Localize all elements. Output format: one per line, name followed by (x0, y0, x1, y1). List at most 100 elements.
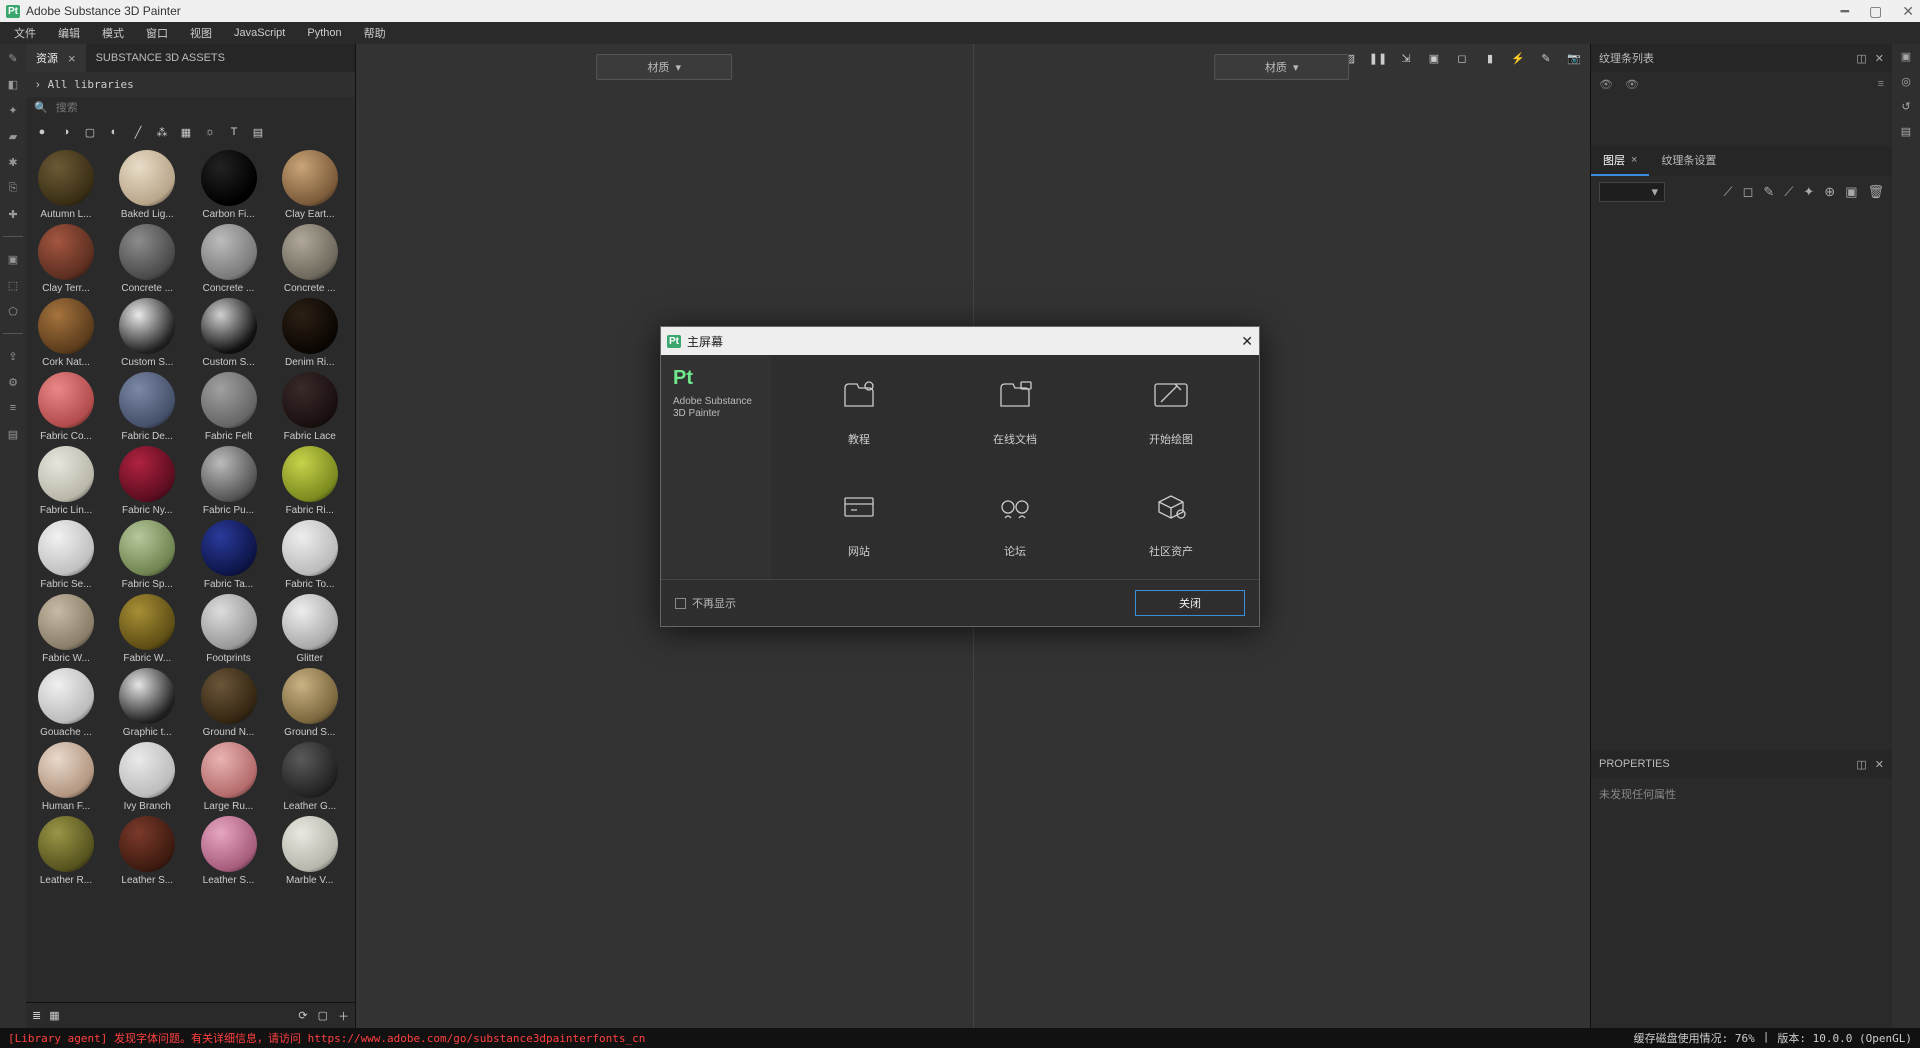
material-item[interactable]: Ivy Branch (111, 742, 183, 812)
export-icon[interactable]: ⇪ (5, 348, 21, 364)
tab-layers[interactable]: 图层× (1591, 146, 1649, 176)
grid-view-icon[interactable]: ▦ (49, 1009, 59, 1022)
filter-env-icon[interactable]: ☼ (202, 124, 218, 140)
material-item[interactable]: Autumn L... (30, 150, 102, 220)
material-item[interactable]: Gouache ... (30, 668, 102, 738)
brush-icon[interactable]: ✎ (5, 50, 21, 66)
close-icon[interactable]: ✕ (1875, 758, 1884, 771)
material-item[interactable]: Marble V... (274, 816, 346, 886)
clone-icon[interactable]: ⎘ (5, 180, 21, 196)
projection-icon[interactable]: ✦ (5, 102, 21, 118)
menu-python[interactable]: Python (297, 25, 351, 41)
dont-show-checkbox[interactable]: 不再显示 (675, 595, 736, 611)
material-item[interactable]: Concrete ... (111, 224, 183, 294)
list-view-icon[interactable]: ≣ (32, 1009, 41, 1022)
menu-window[interactable]: 窗口 (136, 23, 178, 43)
paint-layer-icon[interactable]: ⟋ (1784, 184, 1793, 200)
welcome-card[interactable]: 社区资产 (1103, 487, 1239, 559)
material-item[interactable]: Fabric Pu... (193, 446, 265, 516)
fill-icon[interactable]: ▰ (5, 128, 21, 144)
material-item[interactable]: Ground S... (274, 668, 346, 738)
reload-icon[interactable]: ⟳ (298, 1009, 307, 1022)
tab-texset-settings[interactable]: 纹理条设置 (1649, 146, 1728, 176)
filter-alpha-icon[interactable]: ◐ (106, 124, 122, 140)
material-icon[interactable]: ▣ (5, 251, 21, 267)
effect-icon[interactable]: ⟋ (1723, 184, 1732, 200)
material-item[interactable]: Graphic t... (111, 668, 183, 738)
filter-text-icon[interactable]: T (226, 124, 242, 140)
eraser-icon[interactable]: ◧ (5, 76, 21, 92)
close-icon[interactable]: ✕ (1875, 52, 1884, 65)
menu-file[interactable]: 文件 (4, 23, 46, 43)
material-item[interactable]: Fabric Lin... (30, 446, 102, 516)
welcome-card[interactable]: 网站 (791, 487, 927, 559)
maximize-button[interactable]: ▢ (1869, 3, 1882, 20)
screen-icon[interactable]: ▣ (1901, 50, 1911, 63)
modal-close-icon[interactable]: ✕ (1241, 333, 1253, 350)
material-item[interactable]: Concrete ... (193, 224, 265, 294)
material-item[interactable]: Large Ru... (193, 742, 265, 812)
material-item[interactable]: Fabric To... (274, 520, 346, 590)
geometry-icon[interactable]: ⬚ (5, 277, 21, 293)
material-item[interactable]: Fabric Co... (30, 372, 102, 442)
viewport-left-selector[interactable]: 材质 ▾ (596, 54, 732, 80)
material-item[interactable]: Leather G... (274, 742, 346, 812)
history-icon[interactable]: ≡ (5, 400, 21, 416)
material-item[interactable]: Fabric Felt (193, 372, 265, 442)
undock-icon[interactable]: ◫ (1856, 52, 1866, 65)
minimize-button[interactable]: ━ (1841, 3, 1849, 20)
close-icon[interactable]: × (1631, 154, 1637, 166)
filter-smart-icon[interactable]: ▢ (82, 124, 98, 140)
undock-icon[interactable]: ◫ (1856, 758, 1866, 771)
material-item[interactable]: Baked Lig... (111, 150, 183, 220)
welcome-card[interactable]: 在线文档 (947, 375, 1083, 447)
blend-mode-dropdown[interactable]: ▾ (1599, 182, 1665, 202)
folder-icon[interactable]: ▣ (1845, 184, 1857, 200)
poly-icon[interactable]: ⬠ (5, 303, 21, 319)
material-item[interactable]: Fabric Ri... (274, 446, 346, 516)
menu-js[interactable]: JavaScript (224, 25, 295, 41)
vis1-icon[interactable]: 👁 (1599, 78, 1613, 96)
add-icon[interactable]: ＋ (338, 1008, 349, 1024)
tab-substance3d[interactable]: SUBSTANCE 3D ASSETS (86, 46, 235, 70)
material-item[interactable]: Leather S... (193, 816, 265, 886)
filter-apps-icon[interactable]: ▤ (250, 124, 266, 140)
menu-view[interactable]: 视图 (180, 23, 222, 43)
welcome-card[interactable]: 教程 (791, 375, 927, 447)
filter-grid-icon[interactable]: ▦ (178, 124, 194, 140)
material-item[interactable]: Fabric Se... (30, 520, 102, 590)
close-icon[interactable]: × (68, 51, 76, 66)
folder-icon[interactable]: ▢ (318, 1009, 328, 1022)
material-item[interactable]: Clay Eart... (274, 150, 346, 220)
material-item[interactable]: Denim Ri... (274, 298, 346, 368)
smudge-icon[interactable]: ✱ (5, 154, 21, 170)
material-item[interactable]: Fabric Ta... (193, 520, 265, 590)
menu-mode[interactable]: 模式 (92, 23, 134, 43)
trash-icon[interactable]: 🗑 (1867, 184, 1884, 200)
material-item[interactable]: Fabric Sp... (111, 520, 183, 590)
search-input[interactable] (56, 102, 347, 114)
material-item[interactable]: Concrete ... (274, 224, 346, 294)
material-item[interactable]: Glitter (274, 594, 346, 664)
history2-icon[interactable]: ↺ (1901, 100, 1910, 113)
material-item[interactable]: Clay Terr... (30, 224, 102, 294)
material-item[interactable]: Ground N... (193, 668, 265, 738)
material-item[interactable]: Fabric Ny... (111, 446, 183, 516)
log2-icon[interactable]: ▤ (1901, 125, 1911, 138)
filter-materials-icon[interactable]: ◑ (58, 124, 74, 140)
filter-particle-icon[interactable]: ⁂ (154, 124, 170, 140)
smart-icon[interactable]: ✦ (1803, 184, 1814, 200)
close-button[interactable]: 关闭 (1135, 590, 1245, 616)
vis2-icon[interactable]: 👁 (1625, 78, 1639, 96)
material-item[interactable]: Fabric W... (111, 594, 183, 664)
material-item[interactable]: Footprints (193, 594, 265, 664)
welcome-card[interactable]: 论坛 (947, 487, 1083, 559)
close-button[interactable]: ✕ (1902, 3, 1914, 20)
material-item[interactable]: Custom S... (111, 298, 183, 368)
viewport-right-selector[interactable]: 材质 ▾ (1214, 54, 1350, 80)
globe2-icon[interactable]: ◎ (1901, 75, 1911, 88)
filter-all-icon[interactable]: ● (34, 124, 50, 140)
mask-icon[interactable]: ◻ (1743, 184, 1754, 200)
options-icon[interactable]: ≡ (1878, 78, 1884, 96)
material-item[interactable]: Cork Nat... (30, 298, 102, 368)
